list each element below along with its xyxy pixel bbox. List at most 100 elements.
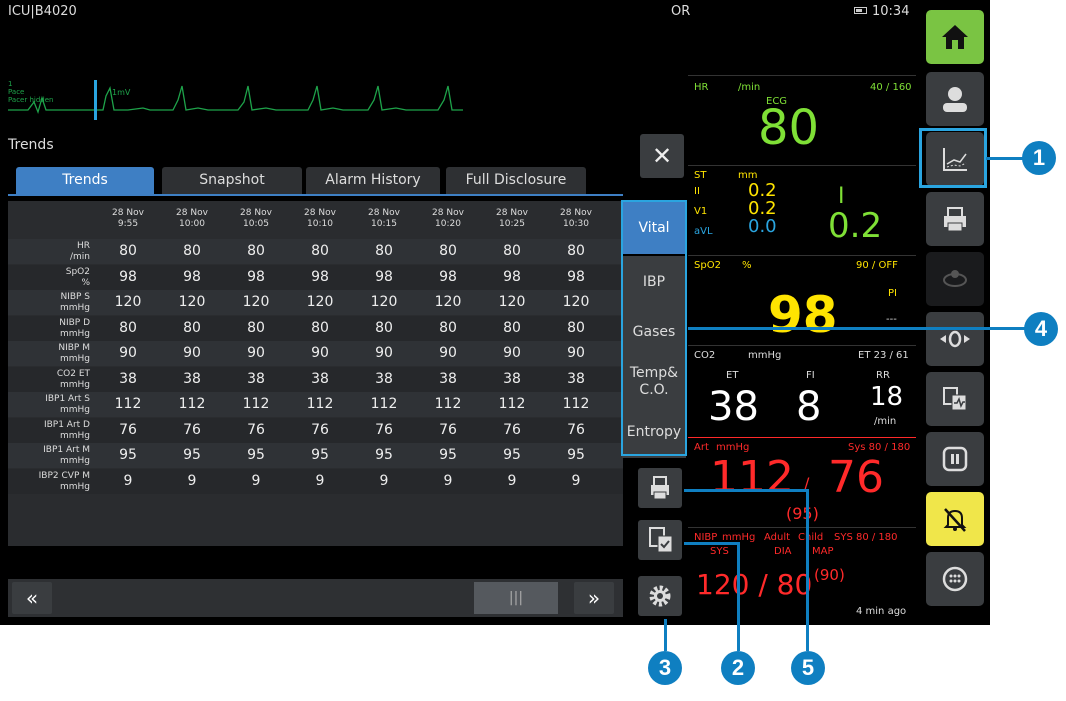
table-cell: 98 (119, 268, 137, 285)
patient-button[interactable] (926, 72, 984, 126)
alarm-off-icon (943, 508, 967, 532)
menu-icon (942, 566, 968, 592)
parameter-name: IBP2 CVP MmmHg (38, 470, 90, 492)
co2-unit: mmHg (748, 350, 782, 361)
zero-pressure-button[interactable] (926, 312, 984, 366)
co2-rr-label: RR (876, 370, 890, 381)
callout-line-5a (684, 489, 809, 492)
table-cell: 90 (439, 345, 457, 361)
printer-nav-button[interactable] (926, 192, 984, 246)
time-column-header: 28 Nov 10:15 (368, 208, 400, 229)
pause-button[interactable] (926, 432, 984, 486)
table-cell: 112 (370, 396, 398, 412)
nibp-dia-label: DIA (774, 546, 792, 557)
scroll-left-button[interactable]: « (12, 582, 52, 614)
print-button[interactable] (638, 468, 682, 508)
parameter-name: NIBP DmmHg (59, 317, 90, 339)
table-row: CO2 ET mmHg 38 38 38 38 38 38 38 38 (8, 366, 623, 392)
table-cell: 90 (119, 345, 137, 361)
table-row: NIBP DmmHg 80 80 80 80 80 80 80 80 (8, 315, 623, 341)
co2-label: CO2 (694, 350, 716, 361)
procedures-button[interactable] (926, 372, 984, 426)
scroll-thumb[interactable]: ||| (474, 582, 558, 614)
table-cell: 90 (311, 345, 329, 361)
callout-line-2b (737, 542, 740, 651)
tab-trends[interactable]: Trends (16, 167, 154, 194)
table-cell: 76 (183, 421, 201, 438)
nibp-sys-label: SYS (710, 546, 729, 557)
alarm-silence-button[interactable] (926, 492, 984, 546)
table-cell: 95 (119, 447, 137, 463)
time-column-header: 28 Nov 10:10 (304, 208, 336, 229)
clock: 10:34 (872, 4, 910, 19)
art-label: Art (694, 442, 709, 453)
table-cell: 76 (567, 421, 585, 438)
horizontal-scrollbar[interactable]: « ||| » (8, 579, 623, 617)
nibp-cuff-icon (943, 270, 967, 287)
report-icon (943, 387, 967, 411)
time-column-header: 28 Nov 9:55 (112, 208, 144, 229)
hr-limits: 40 / 160 (870, 82, 912, 93)
home-button[interactable] (926, 10, 984, 64)
table-cell: 98 (567, 268, 585, 285)
st-main-value: 0.2 (828, 206, 883, 246)
table-row: HR/min 80 80 80 80 80 80 80 80 (8, 239, 623, 264)
trends-window-title: Trends (8, 137, 54, 153)
spo2-parameter[interactable]: SpO2 % 90 / OFF PI --- 98 (688, 255, 916, 345)
tab-snapshot[interactable]: Snapshot (162, 167, 302, 194)
hr-value: 80 (758, 100, 820, 156)
table-cell: 95 (375, 447, 393, 463)
st-value-avl: 0.0 (748, 216, 777, 237)
nibp-start-button[interactable] (926, 252, 984, 306)
art-parameter[interactable]: Art mmHg Sys 80 / 180 112 / 76 (95) (688, 437, 916, 527)
table-row: IBP2 CVP MmmHg 9 9 9 9 9 9 9 9 (8, 468, 623, 494)
table-cell: 90 (247, 345, 265, 361)
table-cell: 9 (315, 472, 325, 489)
scroll-right-button[interactable]: » (574, 582, 614, 614)
table-cell: 90 (567, 345, 585, 361)
co2-fi-value: 8 (796, 384, 822, 430)
table-row: NIBP SmmHg 120 120 120 120 120 120 120 120 (8, 290, 623, 315)
st-parameter[interactable]: ST mm II V1 aVL 0.2 0.2 0.0 I 0.2 (688, 165, 916, 255)
close-button[interactable]: ✕ (640, 134, 684, 178)
co2-limits: ET 23 / 61 (858, 350, 909, 361)
table-cell: 9 (571, 472, 581, 489)
more-menu-button[interactable] (926, 552, 984, 606)
tab-underline (8, 194, 623, 196)
hr-unit: /min (738, 82, 761, 93)
home-icon (942, 25, 968, 49)
table-cell: 38 (119, 370, 137, 387)
table-cell: 112 (178, 396, 206, 412)
table-cell: 98 (503, 268, 521, 285)
st-lead-v1: V1 (694, 206, 708, 217)
settings-button[interactable] (638, 576, 682, 616)
table-row: NIBP MmmHg 90 90 90 90 90 90 90 90 (8, 341, 623, 366)
trends-table[interactable]: 28 Nov 9:55 28 Nov 10:00 28 Nov 10:05 28 Nov 10… (8, 201, 623, 546)
table-cell: 76 (311, 421, 329, 438)
co2-et-value: 38 (708, 384, 759, 430)
art-dia-value: 76 (828, 452, 884, 503)
st-label: ST (694, 170, 707, 181)
table-cell: 80 (439, 319, 457, 336)
co2-parameter[interactable]: CO2 mmHg ET 23 / 61 ET FI RR 38 8 18 /mi… (688, 345, 916, 437)
printer-icon (944, 207, 966, 232)
table-cell: 38 (567, 370, 585, 387)
table-cell: 9 (187, 472, 197, 489)
co2-rr-value: 18 (870, 382, 904, 412)
tab-full-disclosure[interactable]: Full Disclosure (446, 167, 586, 194)
table-cell: 38 (311, 370, 329, 387)
table-cell: 76 (375, 421, 393, 438)
callout-4: 4 (1024, 312, 1058, 346)
table-cell: 112 (242, 396, 270, 412)
ecg-sweep-cursor (94, 80, 97, 120)
table-cell: 120 (242, 294, 270, 310)
table-cell: 38 (183, 370, 201, 387)
tab-alarm-history[interactable]: Alarm History (306, 167, 440, 194)
table-cell: 95 (567, 447, 585, 463)
table-row: IBP1 Art MmmHg 95 95 95 95 95 95 95 95 (8, 443, 623, 468)
table-cell: 98 (439, 268, 457, 285)
report-button[interactable] (638, 520, 682, 560)
hr-parameter[interactable]: HR /min 40 / 160 ECG 80 (688, 75, 916, 165)
time-column-header: 28 Nov 10:00 (176, 208, 208, 229)
nibp-time-ago: 4 min ago (856, 606, 907, 617)
